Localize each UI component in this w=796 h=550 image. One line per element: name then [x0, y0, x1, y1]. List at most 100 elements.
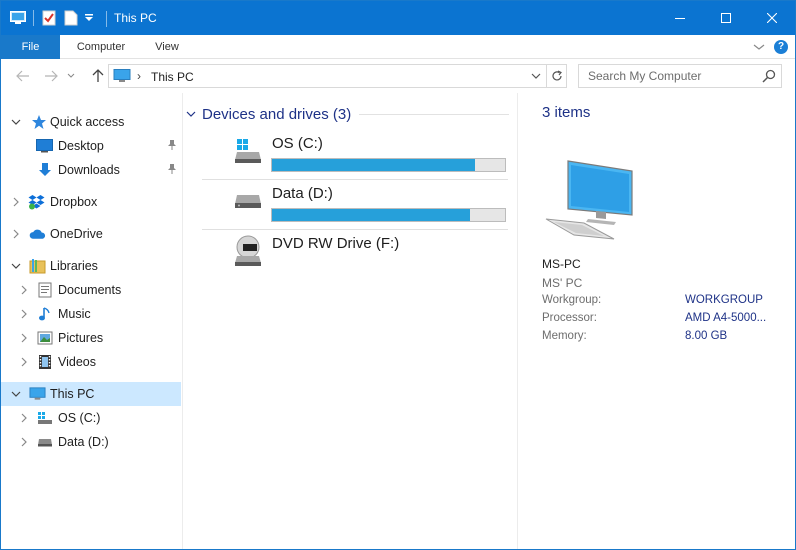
- computer-icon: [29, 386, 46, 402]
- chevron-down-icon[interactable]: [11, 260, 21, 272]
- forward-button[interactable]: [41, 67, 61, 85]
- expand-ribbon-button[interactable]: [753, 41, 765, 55]
- computer-icon: [113, 69, 131, 86]
- computer-name: MS-PC: [542, 257, 581, 271]
- system-drive-icon: [36, 410, 53, 426]
- dvd-drive-icon: [234, 235, 262, 270]
- drive-os-c[interactable]: OS (C:): [202, 135, 508, 183]
- chevron-down-icon: [531, 73, 541, 79]
- minimize-icon: [675, 18, 685, 19]
- chevron-right-icon[interactable]: [19, 356, 29, 368]
- search-input[interactable]: [579, 65, 759, 87]
- sidebar-item-dropbox[interactable]: Dropbox: [1, 190, 181, 214]
- recent-locations-button[interactable]: [65, 67, 77, 85]
- refresh-icon: [551, 70, 562, 81]
- title-bar[interactable]: This PC: [1, 1, 795, 35]
- detail-key: Workgroup:: [542, 294, 602, 306]
- sidebar-item-os-c[interactable]: OS (C:): [1, 406, 181, 430]
- detail-value: WORKGROUP: [685, 294, 763, 306]
- libraries-icon: [29, 258, 46, 274]
- detail-value: AMD A4-5000...: [685, 312, 767, 324]
- computer-icon[interactable]: [9, 9, 27, 27]
- pin-icon[interactable]: [167, 139, 177, 154]
- tab-computer[interactable]: Computer: [65, 35, 137, 59]
- sidebar-item-label: Dropbox: [50, 195, 98, 209]
- maximize-button[interactable]: [703, 1, 749, 35]
- sidebar-item-label: OS (C:): [58, 411, 101, 425]
- title-separator: [106, 11, 107, 27]
- dropbox-icon: [28, 194, 45, 210]
- detail-row-processor: Processor: AMD A4-5000...: [542, 312, 792, 328]
- chevron-right-icon[interactable]: [19, 332, 29, 344]
- close-button[interactable]: [749, 1, 795, 35]
- detail-value: 8.00 GB: [685, 330, 728, 342]
- pin-icon[interactable]: [167, 163, 177, 178]
- group-header-devices[interactable]: Devices and drives (3): [186, 104, 351, 124]
- sidebar-item-desktop[interactable]: Desktop: [1, 134, 181, 158]
- sidebar-item-label: Music: [58, 307, 91, 321]
- chevron-right-icon[interactable]: [11, 228, 21, 240]
- computer-description: MS' PC: [542, 276, 583, 290]
- chevron-right-icon[interactable]: [19, 412, 29, 424]
- sidebar-item-this-pc[interactable]: This PC: [1, 382, 181, 406]
- detail-row-workgroup: Workgroup: WORKGROUP: [542, 294, 792, 310]
- maximize-icon: [721, 13, 731, 23]
- sidebar-item-downloads[interactable]: Downloads: [1, 158, 181, 182]
- sidebar-item-documents[interactable]: Documents: [1, 278, 181, 302]
- drive-icon: [234, 191, 262, 214]
- chevron-right-icon[interactable]: [11, 196, 21, 208]
- detail-key: Memory:: [542, 330, 587, 342]
- drive-data-d[interactable]: Data (D:): [202, 185, 508, 233]
- chevron-down-icon: [753, 44, 765, 50]
- sidebar-item-music[interactable]: Music: [1, 302, 181, 326]
- drive-usage-bar: [271, 208, 506, 222]
- sidebar-item-videos[interactable]: Videos: [1, 350, 181, 374]
- chevron-down-icon[interactable]: [11, 388, 21, 400]
- breadcrumb-this-pc[interactable]: This PC: [151, 70, 194, 84]
- sidebar-item-onedrive[interactable]: OneDrive: [1, 222, 181, 246]
- customize-dropdown-icon[interactable]: [84, 9, 94, 27]
- close-icon: [767, 13, 777, 23]
- sidebar-item-pictures[interactable]: Pictures: [1, 326, 181, 350]
- chevron-right-icon[interactable]: [19, 284, 29, 296]
- chevron-down-icon[interactable]: [11, 116, 21, 128]
- back-button[interactable]: [13, 67, 33, 85]
- sidebar-item-libraries[interactable]: Libraries: [1, 254, 181, 278]
- sidebar-item-data-d[interactable]: Data (D:): [1, 430, 181, 454]
- new-folder-icon[interactable]: [62, 9, 80, 27]
- tab-view[interactable]: View: [143, 35, 191, 59]
- computer-icon: [544, 157, 636, 244]
- qat-separator: [33, 10, 34, 26]
- content-pane: Devices and drives (3) OS (C:) Data (D:): [184, 93, 517, 549]
- drive-name: OS (C:): [272, 135, 323, 152]
- documents-icon: [36, 282, 53, 298]
- help-button[interactable]: ?: [774, 40, 788, 54]
- search-box[interactable]: [578, 64, 782, 88]
- address-dropdown-button[interactable]: [530, 70, 542, 85]
- drive-icon: [36, 434, 53, 450]
- ribbon: File Computer View ?: [1, 35, 795, 59]
- properties-icon[interactable]: [40, 9, 58, 27]
- window-title: This PC: [114, 11, 157, 25]
- sidebar-item-quick-access[interactable]: Quick access: [1, 110, 181, 134]
- minimize-button[interactable]: [657, 1, 703, 35]
- breadcrumb-separator[interactable]: ›: [137, 69, 141, 83]
- arrow-up-icon: [92, 69, 104, 82]
- chevron-right-icon[interactable]: [19, 308, 29, 320]
- drive-divider: [202, 229, 508, 230]
- sidebar-item-label: Documents: [58, 283, 122, 297]
- pictures-icon: [36, 330, 53, 346]
- sidebar-item-label: Quick access: [50, 115, 125, 129]
- details-pane: 3 items MS-PC MS' PC Workgroup: WORKGROU…: [517, 93, 795, 549]
- group-divider: [359, 114, 509, 115]
- up-button[interactable]: [88, 67, 108, 85]
- tab-file[interactable]: File: [1, 35, 60, 59]
- drive-dvd-f[interactable]: DVD RW Drive (F:): [202, 235, 508, 283]
- chevron-right-icon[interactable]: [19, 436, 29, 448]
- star-icon: [30, 114, 47, 130]
- address-bar[interactable]: › This PC: [108, 64, 547, 88]
- search-icon[interactable]: [762, 69, 776, 86]
- refresh-button[interactable]: [547, 64, 567, 88]
- chevron-down-icon[interactable]: [186, 109, 196, 119]
- drive-name: DVD RW Drive (F:): [272, 235, 400, 252]
